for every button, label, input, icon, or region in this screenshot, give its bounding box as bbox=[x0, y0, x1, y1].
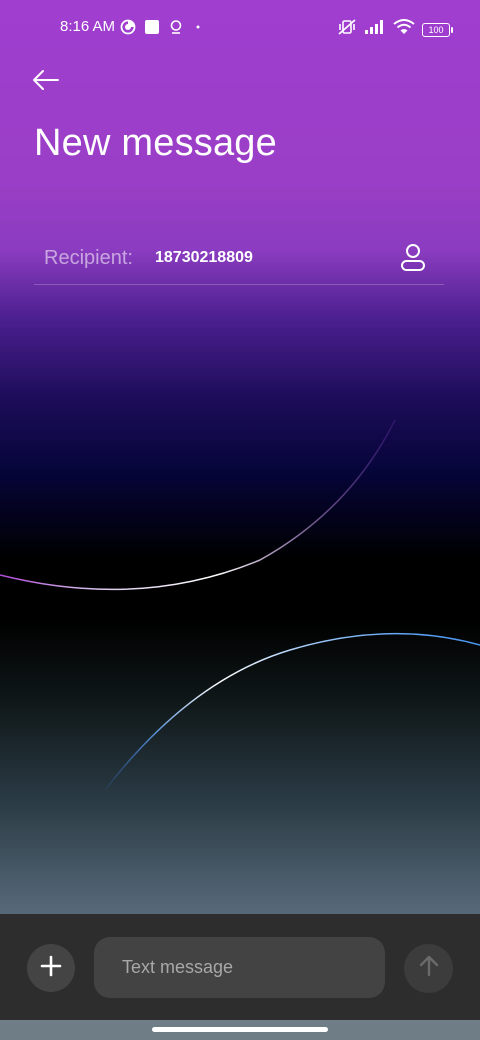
location-pin-icon bbox=[168, 19, 184, 40]
recipient-label: Recipient: bbox=[44, 247, 133, 269]
status-left-icons bbox=[120, 19, 204, 40]
recipient-value[interactable]: 18730218809 bbox=[155, 249, 253, 267]
page-title: New message bbox=[34, 122, 277, 164]
status-right-icons: 100 bbox=[337, 18, 453, 41]
back-button[interactable] bbox=[28, 64, 66, 96]
send-button[interactable] bbox=[404, 944, 453, 993]
send-arrow-icon bbox=[416, 953, 442, 984]
battery-icon: 100 bbox=[422, 22, 453, 37]
app-square-icon bbox=[144, 19, 160, 40]
plus-icon bbox=[39, 954, 63, 983]
contact-person-icon bbox=[396, 244, 430, 279]
back-arrow-icon bbox=[28, 70, 66, 100]
dot-icon bbox=[192, 19, 204, 40]
contact-picker-button[interactable] bbox=[396, 241, 430, 275]
message-input[interactable] bbox=[94, 937, 385, 998]
signal-icon bbox=[364, 19, 386, 40]
purple-arc bbox=[0, 419, 396, 591]
home-indicator[interactable] bbox=[152, 1027, 328, 1032]
data-saver-icon bbox=[120, 19, 136, 40]
add-attachment-button[interactable] bbox=[27, 944, 75, 992]
wifi-icon bbox=[393, 19, 415, 40]
blue-arc bbox=[104, 632, 480, 791]
message-composer bbox=[0, 914, 480, 1020]
navigation-bar bbox=[0, 1020, 480, 1040]
mute-vibrate-icon bbox=[337, 18, 357, 41]
status-bar: 8:16 AM 100 bbox=[0, 0, 480, 56]
recipient-field[interactable]: Recipient: 18730218809 bbox=[34, 236, 444, 285]
status-time: 8:16 AM bbox=[60, 18, 116, 35]
